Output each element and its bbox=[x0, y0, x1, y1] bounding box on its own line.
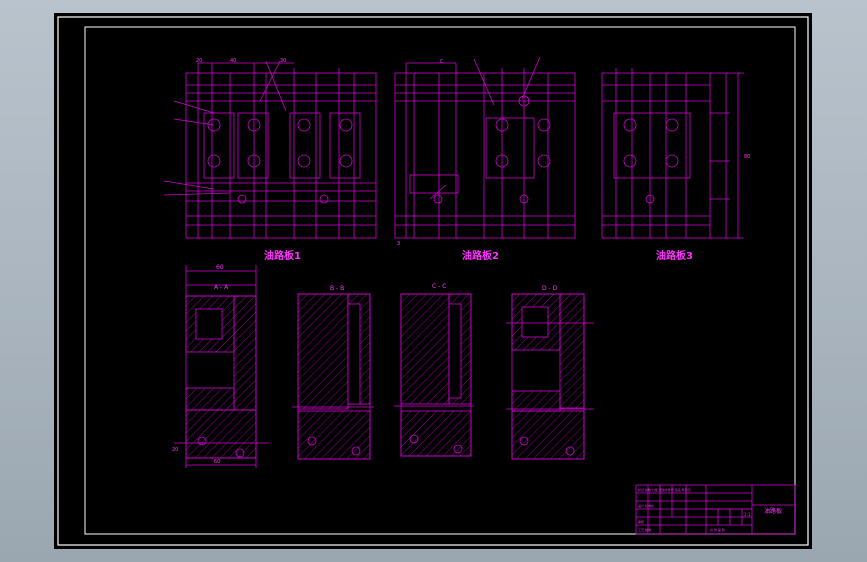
drawing-canvas[interactable]: 油路板1 油路板2 油路板3 A - A 60 B - B C - C D - … bbox=[54, 13, 812, 549]
plate-view-1 bbox=[163, 60, 377, 239]
section-c-c bbox=[394, 293, 474, 457]
section-label-d: D - D bbox=[542, 285, 558, 292]
dim-label: 20 bbox=[172, 447, 178, 453]
dim-label: C bbox=[440, 59, 444, 65]
view-title-1: 油路板1 bbox=[264, 249, 301, 262]
title-block-scale: 1:1 bbox=[744, 512, 751, 517]
section-label-b: B - B bbox=[330, 285, 344, 292]
section-label-a: A - A bbox=[214, 284, 229, 291]
plate-view-3 bbox=[601, 68, 744, 239]
title-block-row: 审核 bbox=[638, 519, 644, 524]
section-d-d bbox=[506, 293, 594, 460]
cad-drawing: 油路板1 油路板2 油路板3 A - A 60 B - B C - C D - … bbox=[57, 16, 809, 546]
section-dim-a: 60 bbox=[216, 264, 224, 271]
title-block-row: 工艺 批准 bbox=[638, 527, 651, 532]
dim-label: 80 bbox=[744, 154, 750, 160]
section-label-c: C - C bbox=[432, 283, 446, 290]
dim-label: 30 bbox=[280, 58, 286, 64]
title-block-name: 油路板 bbox=[764, 507, 782, 515]
dim-label: 20 bbox=[196, 58, 202, 64]
plate-view-2 bbox=[394, 56, 576, 239]
title-block-row: 设计 标准化 bbox=[638, 503, 654, 508]
view-title-3: 油路板3 bbox=[656, 249, 693, 262]
cad-viewport[interactable]: 油路板1 油路板2 油路板3 A - A 60 B - B C - C D - … bbox=[0, 0, 867, 562]
dim-label: 60 bbox=[214, 459, 220, 465]
title-block-row: 标记 处数 分区 更改文件号 签名 年月日 bbox=[638, 487, 691, 492]
section-a-a bbox=[174, 265, 269, 468]
title-block-sheet: 共 张 第 张 bbox=[710, 527, 725, 532]
section-b-b bbox=[292, 293, 374, 460]
dim-label: 3 bbox=[397, 241, 400, 247]
outer-frame bbox=[57, 16, 809, 546]
dim-label: 40 bbox=[230, 58, 236, 64]
view-title-2: 油路板2 bbox=[462, 249, 499, 262]
